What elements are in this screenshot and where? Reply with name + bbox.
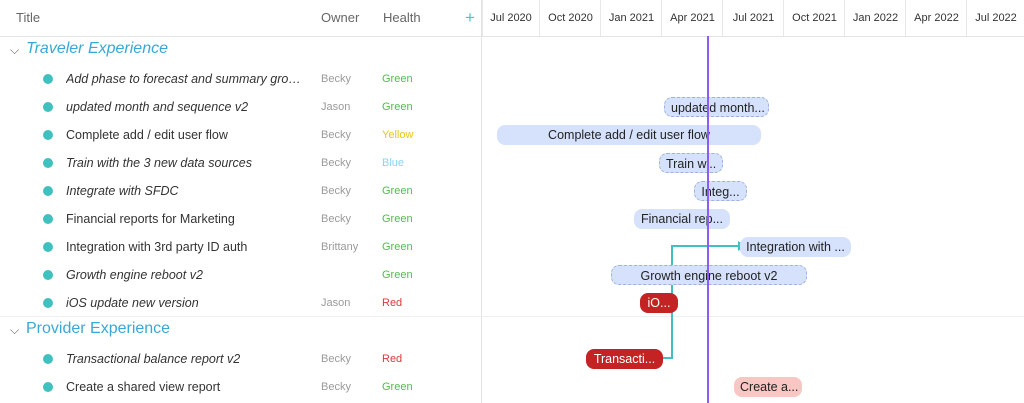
timeline-bar[interactable]: Integ... [694, 181, 747, 201]
timeline-bar[interactable]: Create a... [734, 377, 802, 397]
dependency-connector [662, 241, 746, 359]
timeline-bar[interactable]: Train w... [659, 153, 723, 173]
timeline-bar[interactable]: Complete add / edit user flow [497, 125, 761, 145]
timeline-bar[interactable]: iO... [640, 293, 678, 313]
timeline-bar[interactable]: Integration with ... [740, 237, 851, 257]
timeline-bar[interactable]: Growth engine reboot v2 [611, 265, 807, 285]
timeline-bar[interactable]: Financial rep... [634, 209, 730, 229]
today-marker [707, 36, 709, 403]
timeline-bar[interactable]: updated month... [664, 97, 769, 117]
timeline-bar[interactable]: Transacti... [586, 349, 663, 369]
